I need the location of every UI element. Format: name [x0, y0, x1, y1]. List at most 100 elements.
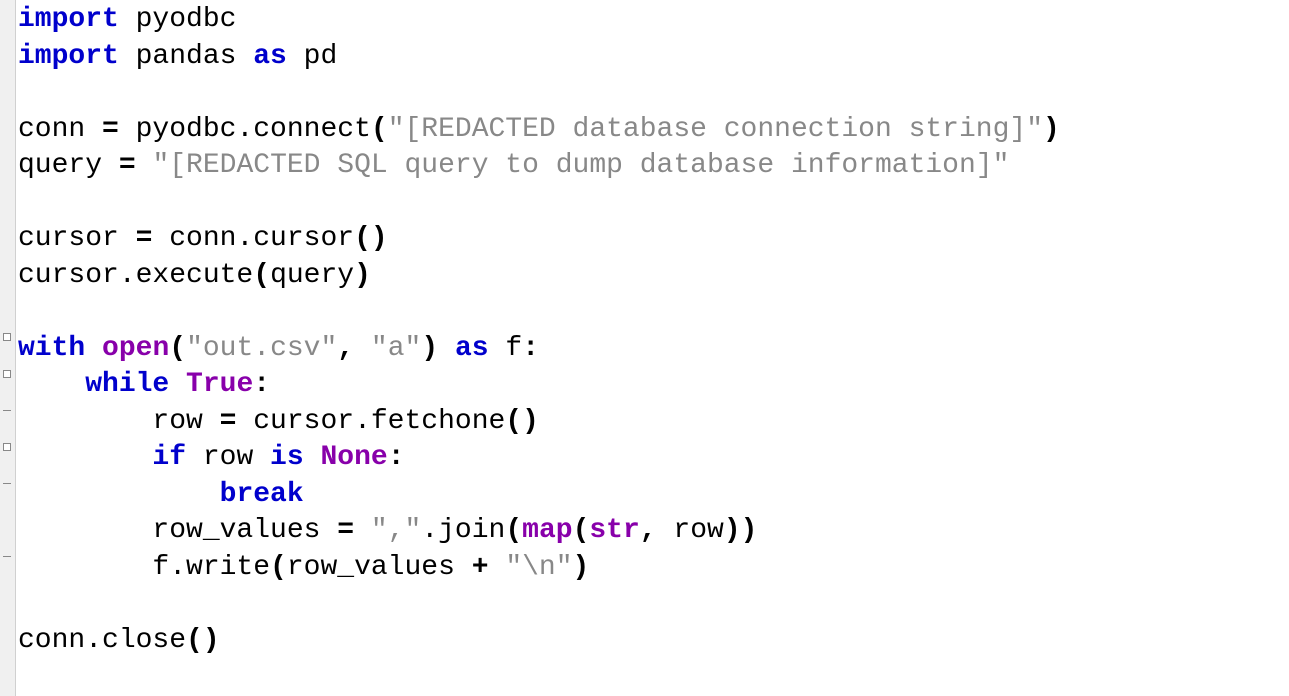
code-token: map [522, 515, 572, 546]
code-line: import pandas as pd [18, 39, 1060, 76]
code-line: cursor = conn.cursor() [18, 221, 1060, 258]
code-token: + [472, 552, 489, 583]
code-token [354, 333, 371, 364]
code-token: ( [169, 333, 186, 364]
code-token: ) [421, 333, 438, 364]
code-token: ) [354, 260, 371, 291]
code-token: "[REDACTED database connection string]" [388, 114, 1043, 145]
code-token: query [18, 150, 119, 181]
code-token [136, 150, 153, 181]
code-token: ( [573, 515, 590, 546]
code-line: query = "[REDACTED SQL query to dump dat… [18, 148, 1060, 185]
code-token: import [18, 4, 119, 35]
code-line: import pyodbc [18, 2, 1060, 39]
fold-marker-icon[interactable] [3, 370, 11, 378]
fold-guide-icon [3, 410, 11, 411]
code-token: pandas [119, 41, 253, 72]
code-token: row [186, 442, 270, 473]
code-line: f.write(row_values + "\n") [18, 550, 1060, 587]
code-line: row = cursor.fetchone() [18, 404, 1060, 441]
code-token [18, 479, 220, 510]
code-token: row [657, 515, 724, 546]
code-token: ( [253, 260, 270, 291]
code-token: "\n" [505, 552, 572, 583]
code-token: as [253, 41, 287, 72]
code-line [18, 294, 1060, 331]
code-token: ) [1043, 114, 1060, 145]
code-token [438, 333, 455, 364]
code-token: () [186, 625, 220, 656]
code-token: f [489, 333, 523, 364]
code-token: cursor [18, 223, 136, 254]
code-token: "," [371, 515, 421, 546]
code-token: : [388, 442, 405, 473]
code-token [354, 515, 371, 546]
code-token [304, 442, 321, 473]
code-token: import [18, 41, 119, 72]
code-token: is [270, 442, 304, 473]
code-token: () [505, 406, 539, 437]
code-token: () [354, 223, 388, 254]
code-token: : [522, 333, 539, 364]
code-token: open [102, 333, 169, 364]
code-token: as [455, 333, 489, 364]
code-token: while [85, 369, 169, 400]
fold-marker-icon[interactable] [3, 333, 11, 341]
code-token [85, 333, 102, 364]
fold-guide-icon [3, 556, 11, 557]
code-token: True [186, 369, 253, 400]
code-line: with open("out.csv", "a") as f: [18, 331, 1060, 368]
code-token: with [18, 333, 85, 364]
fold-guide-icon [3, 483, 11, 484]
code-line: while True: [18, 367, 1060, 404]
code-token: , [337, 333, 354, 364]
code-line: row_values = ",".join(map(str, row)) [18, 513, 1060, 550]
code-token [18, 442, 152, 473]
code-token: cursor.fetchone [236, 406, 505, 437]
code-token: pd [287, 41, 337, 72]
code-token: query [270, 260, 354, 291]
code-token: : [253, 369, 270, 400]
code-token: = [136, 223, 153, 254]
code-token: = [102, 114, 119, 145]
code-token: pyodbc [119, 4, 237, 35]
code-token: conn [18, 114, 102, 145]
code-token: None [320, 442, 387, 473]
code-token: ( [505, 515, 522, 546]
code-token: ( [371, 114, 388, 145]
code-token: ( [270, 552, 287, 583]
code-token: f.write [18, 552, 270, 583]
code-token: if [152, 442, 186, 473]
code-token: row_values [18, 515, 337, 546]
code-token: row_values [287, 552, 472, 583]
fold-marker-icon[interactable] [3, 443, 11, 451]
code-token [18, 369, 85, 400]
code-token: break [220, 479, 304, 510]
code-editor[interactable]: import pyodbcimport pandas as pdconn = p… [16, 0, 1060, 696]
code-token: = [220, 406, 237, 437]
code-token: conn.close [18, 625, 186, 656]
code-token [169, 369, 186, 400]
code-token [489, 552, 506, 583]
code-token: "[REDACTED SQL query to dump database in… [152, 150, 1009, 181]
code-line: cursor.execute(query) [18, 258, 1060, 295]
code-token: = [119, 150, 136, 181]
code-token: pyodbc.connect [119, 114, 371, 145]
code-line [18, 586, 1060, 623]
editor-gutter [0, 0, 16, 696]
code-token: ) [573, 552, 590, 583]
code-token: cursor.execute [18, 260, 253, 291]
code-token: )) [724, 515, 758, 546]
code-line: if row is None: [18, 440, 1060, 477]
code-token: conn.cursor [152, 223, 354, 254]
code-line [18, 75, 1060, 112]
code-token: str [589, 515, 639, 546]
code-line [18, 185, 1060, 222]
code-token: row [18, 406, 220, 437]
code-token: "a" [371, 333, 421, 364]
code-token: "out.csv" [186, 333, 337, 364]
code-line: conn.close() [18, 623, 1060, 660]
code-line: break [18, 477, 1060, 514]
code-token: .join [421, 515, 505, 546]
code-line: conn = pyodbc.connect("[REDACTED databas… [18, 112, 1060, 149]
